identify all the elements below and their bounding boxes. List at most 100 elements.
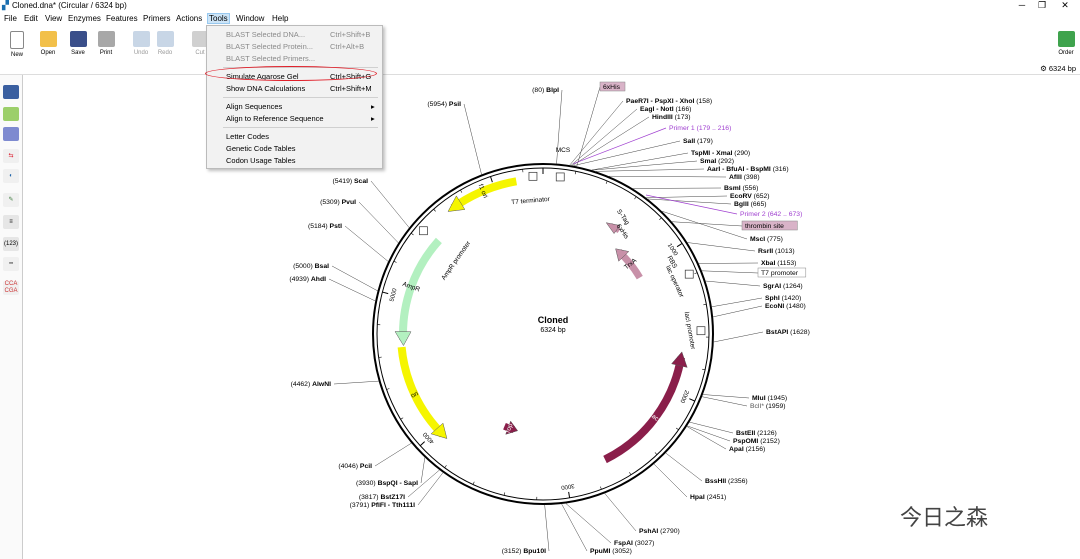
menu-window[interactable]: Window [236, 14, 264, 23]
menu-help[interactable]: Help [272, 14, 288, 23]
menu-item-dna-calculations[interactable]: Show DNA Calculations Ctrl+Shift+M [226, 84, 372, 93]
site-label[interactable]: (5184) PstI [308, 223, 342, 230]
order-button[interactable]: Order [1053, 31, 1079, 56]
menu-view[interactable]: View [45, 14, 62, 23]
site-label[interactable]: BclI* (1959) [750, 403, 786, 410]
menu-item-align-reference[interactable]: Align to Reference Sequence ▸ [226, 114, 375, 123]
ruler-tool[interactable]: ≡ [3, 215, 19, 229]
site-position: (173) [673, 114, 691, 121]
site-label[interactable]: PaeR7I - PspXI - XhoI (158) [626, 98, 712, 105]
site-label[interactable]: AarI - BfuAI - BspMI (316) [707, 166, 789, 173]
menu-item-genetic-code[interactable]: Genetic Code Tables [226, 144, 296, 153]
feature-tool[interactable] [3, 107, 19, 121]
site-label[interactable]: (5419) ScaI [332, 178, 368, 185]
open-button[interactable]: Open [36, 31, 60, 56]
site-label[interactable]: PshAI (2790) [639, 528, 680, 535]
menu-file[interactable]: File [4, 14, 17, 23]
enzyme-count-tool[interactable]: (123) [3, 237, 19, 251]
site-label[interactable]: (3152) Bpu10I [502, 548, 546, 555]
site-label[interactable]: SgrAI (1264) [763, 283, 803, 290]
site-label[interactable]: (3791) PflFI - Tth111I [350, 502, 415, 509]
codon-tool[interactable]: CCA CGA [3, 281, 19, 295]
site-label[interactable]: (5000) BsaI [293, 263, 329, 270]
menu-features[interactable]: Features [106, 14, 138, 23]
site-name: BsaI [315, 263, 329, 270]
site-label[interactable]: HindIII (173) [652, 114, 691, 121]
menu-tools[interactable]: Tools [207, 13, 230, 24]
primer-label[interactable]: Primer 2 (642 .. 673) [740, 211, 802, 218]
site-name: ScaI [354, 178, 368, 185]
undo-button[interactable]: Undo [129, 31, 153, 56]
site-label[interactable]: BssHII (2356) [705, 478, 748, 485]
site-label[interactable]: SalI (179) [683, 138, 713, 145]
feature-label: MCS [556, 147, 571, 154]
site-label[interactable]: BglII (665) [734, 201, 767, 208]
site-name: BclI* [750, 403, 764, 410]
feature-box[interactable] [684, 269, 694, 279]
site-label[interactable]: MluI (1945) [752, 395, 787, 402]
feature-box[interactable] [419, 226, 428, 236]
site-label[interactable]: SmaI (292) [700, 158, 734, 165]
save-button[interactable]: Save [66, 31, 90, 56]
pen-tool[interactable]: ✎ [3, 193, 19, 207]
feature-ori[interactable] [397, 346, 446, 438]
menu-edit[interactable]: Edit [24, 14, 38, 23]
minimize-button[interactable]: ─ [1012, 0, 1032, 10]
feature-ampr[interactable] [399, 237, 442, 341]
menu-item-letter-codes[interactable]: Letter Codes [226, 132, 269, 141]
site-label[interactable]: BstAPI (1628) [766, 329, 810, 336]
primer-tool[interactable] [3, 127, 19, 141]
site-label[interactable]: HpaI (2451) [690, 494, 726, 501]
primer-label[interactable]: Primer 1 (179 .. 216) [669, 125, 731, 132]
feature-box[interactable] [528, 171, 538, 181]
ladder-tool[interactable]: ┅ [3, 257, 19, 271]
site-label[interactable]: XbaI (1153) [761, 260, 796, 267]
redo-button[interactable]: Redo [153, 31, 177, 56]
menu-enzymes[interactable]: Enzymes [68, 14, 101, 23]
menu-item-align-sequences[interactable]: Align Sequences ▸ [226, 102, 375, 111]
direction-tool[interactable]: ⇆ [3, 149, 19, 163]
boxed-label[interactable]: T7 promoter [761, 270, 799, 277]
close-button[interactable]: ✕ [1055, 0, 1075, 11]
site-label[interactable]: SphI (1420) [765, 295, 801, 302]
feature-box[interactable] [555, 172, 565, 182]
site-label[interactable]: (80) BlpI [532, 87, 559, 94]
menu-primers[interactable]: Primers [143, 14, 171, 23]
circular-tool[interactable]: ◐ [3, 169, 19, 183]
site-label[interactable]: BstEII (2126) [736, 430, 777, 437]
menu-item-blast-dna[interactable]: BLAST Selected DNA... Ctrl+Shift+B [226, 30, 370, 39]
site-label[interactable]: AflII (398) [729, 174, 760, 181]
feature-laci[interactable] [603, 356, 685, 464]
site-label[interactable]: ApaI (2156) [729, 446, 765, 453]
site-label[interactable]: (3930) BspQI - SapI [356, 480, 418, 487]
map-view-tool[interactable] [3, 85, 19, 99]
menu-item-blast-primers[interactable]: BLAST Selected Primers... [226, 54, 315, 63]
site-label[interactable]: EcoNI (1480) [765, 303, 806, 310]
boxed-label[interactable]: 6xHis [603, 84, 621, 91]
site-label[interactable]: MscI (775) [750, 236, 783, 243]
site-label[interactable]: TspMI - XmaI (290) [691, 150, 750, 157]
site-label[interactable]: BsmI (556) [724, 185, 758, 192]
feature-box[interactable] [696, 326, 706, 336]
new-button[interactable]: New [5, 31, 29, 58]
site-position: (1945) [766, 395, 788, 402]
maximize-button[interactable]: ❐ [1032, 0, 1052, 11]
site-label[interactable]: EagI - NotI (166) [640, 106, 691, 113]
site-label[interactable]: (5954) PsiI [427, 101, 461, 108]
site-label[interactable]: EcoRV (652) [730, 193, 770, 200]
site-label[interactable]: (4046) PciI [338, 463, 372, 470]
boxed-label[interactable]: thrombin site [745, 223, 784, 230]
site-label[interactable]: (4939) AhdI [289, 276, 326, 283]
menu-actions[interactable]: Actions [176, 14, 202, 23]
site-label[interactable]: PpuMI (3052) [590, 548, 632, 555]
site-label[interactable]: (4462) AlwNI [291, 381, 332, 388]
site-label[interactable]: (3817) BstZ17I [359, 494, 405, 501]
site-label[interactable]: PspOMI (2152) [733, 438, 780, 445]
plasmid-map[interactable]: 100020003000400050006000 f1 oriAmpRoriro… [23, 75, 1080, 559]
site-label[interactable]: (5309) PvuI [320, 199, 356, 206]
site-label[interactable]: FspAI (3027) [614, 540, 654, 547]
print-button[interactable]: Print [94, 31, 118, 56]
site-label[interactable]: RsrII (1013) [758, 248, 795, 255]
menu-item-codon-usage[interactable]: Codon Usage Tables [226, 156, 296, 165]
menu-item-blast-protein[interactable]: BLAST Selected Protein... Ctrl+Alt+B [226, 42, 364, 51]
